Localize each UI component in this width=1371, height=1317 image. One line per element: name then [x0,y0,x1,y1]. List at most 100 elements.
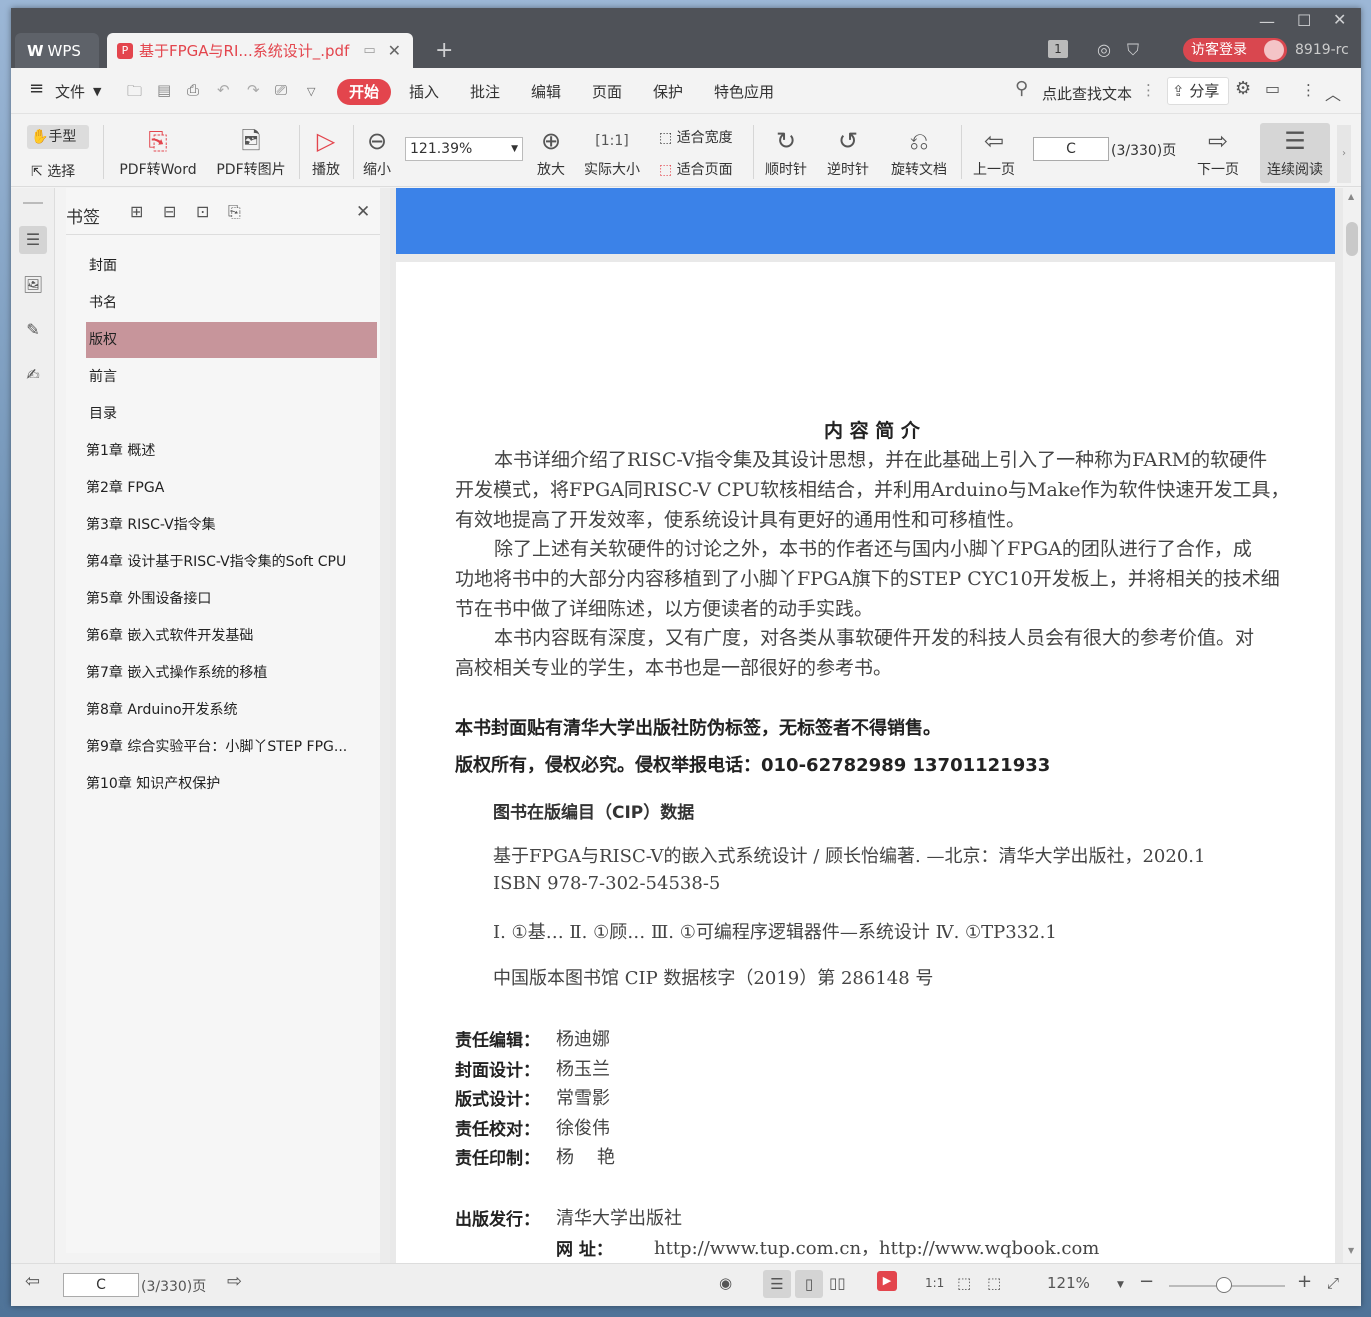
skin-icon[interactable]: ◎ [1097,40,1111,59]
add-sub-bookmark-icon[interactable]: ⊟ [163,202,176,221]
menu-special[interactable]: 特色应用 [714,81,774,102]
zoom-level[interactable]: 121% [1047,1274,1090,1292]
single-page-view-icon[interactable]: ▯ [795,1270,823,1298]
bookmark-item[interactable]: 第7章 嵌入式操作系统的移植 [86,655,377,691]
fit-page-button[interactable]: ⬚ 适合页面 [659,159,733,179]
menu-insert[interactable]: 插入 [409,81,439,102]
rotate-counterclockwise-button[interactable]: ↺ 逆时针 [823,123,873,179]
open-folder-icon[interactable]: 🗀 [127,81,142,106]
close-panel-icon[interactable]: ✕ [356,202,370,222]
play-button[interactable]: ▷ 播放 [305,123,347,179]
prev-page-button[interactable]: ⇦ 上一页 [969,123,1019,179]
new-tab-plus-icon[interactable]: + [435,38,453,63]
page-number-input[interactable]: C [1033,137,1109,161]
settings-gear-icon[interactable]: ⚙ [1235,78,1251,99]
close-window-icon[interactable]: ✕ [1333,10,1346,29]
bookmark-item[interactable]: 版权 [86,322,377,358]
zoom-out-button[interactable]: ⊖ 缩小 [359,123,395,179]
bookmark-item[interactable]: 第1章 概述 [86,433,377,469]
shirt-icon[interactable]: ⛉ [1127,40,1139,60]
hamburger-icon[interactable]: ≡ [29,78,44,99]
play-slideshow-icon[interactable]: ▶ [877,1271,897,1291]
eye-protect-icon[interactable]: ◉ [719,1274,732,1292]
bookmark-item[interactable]: 第6章 嵌入式软件开发基础 [86,618,377,654]
print-icon[interactable]: ⎙ [187,81,199,99]
maximize-icon[interactable]: ☐ [1297,11,1311,30]
more-dropdown-icon[interactable]: ▽ [307,85,315,98]
window-count-badge[interactable]: 1 [1048,40,1068,58]
menu-edit[interactable]: 编辑 [531,81,561,102]
collapse-ribbon-icon[interactable]: ︿ [1325,81,1341,105]
panel-resize-bar[interactable] [380,188,390,1263]
menu-annotate[interactable]: 批注 [470,81,500,102]
bookmark-item[interactable]: 目录 [86,396,377,432]
zoom-select[interactable]: 121.39% ▼ [405,137,523,161]
bookmark-item[interactable]: 封面 [86,248,377,284]
scroll-up-icon[interactable]: ▲ [1348,192,1354,201]
fit-width-button[interactable]: ⬚ 适合宽度 [659,127,733,147]
login-button[interactable]: 访客登录 [1183,38,1287,62]
expand-bookmarks-icon[interactable]: ⊡ [196,202,209,221]
chevron-down-icon[interactable]: ▼ [93,85,101,98]
bookmark-item[interactable]: 第8章 Arduino开发系统 [86,692,377,728]
single-scroll-view-icon[interactable]: ☰ [763,1270,791,1298]
pdf-to-image-button[interactable]: 🖻 PDF转图片 [211,123,291,179]
toolbar-scroll-right-icon[interactable]: › [1337,125,1351,183]
zoom-dropdown-icon[interactable]: ▼ [1117,1280,1124,1290]
status-prev-icon[interactable]: ⇦ [25,1271,40,1292]
continuous-read-button[interactable]: ☰ 连续阅读 [1260,123,1330,183]
thumbnail-panel-icon[interactable]: 🖼 [19,271,47,299]
bookmark-item[interactable]: 第5章 外围设备接口 [86,581,377,617]
redo-icon[interactable]: ↷ [247,81,260,99]
fullscreen-icon[interactable]: ⤢ [1327,1274,1339,1292]
minimize-icon[interactable]: — [1259,12,1275,31]
bookmark-item[interactable]: 第9章 综合实验平台：小脚丫STEP FPG... [86,729,377,765]
tab-wps[interactable]: W WPS [15,33,99,68]
menu-start[interactable]: 开始 [337,79,391,105]
collapse-handle[interactable] [23,202,43,204]
message-icon[interactable]: ▭ [1265,79,1280,98]
rotate-document-button[interactable]: ⎌ 旋转文档 [887,123,951,179]
bookmark-item[interactable]: 第3章 RISC-V指令集 [86,507,377,543]
next-page-button[interactable]: ⇨ 下一页 [1193,123,1243,179]
zoom-out-status-icon[interactable]: − [1139,1271,1154,1292]
bookmark-item[interactable]: 书名 [86,285,377,321]
search-text-field[interactable]: 点此查找文本 [1042,83,1132,104]
export-icon[interactable]: ⎚ [275,81,287,99]
actual-size-button[interactable]: [1:1] 实际大小 [579,123,645,179]
zoom-in-status-icon[interactable]: + [1297,1271,1312,1292]
tab-document[interactable]: P 基于FPGA与RI...系统设计_.pdf ▭ ✕ [107,33,413,68]
scroll-down-icon[interactable]: ▼ [1348,1246,1354,1255]
zoom-in-button[interactable]: ⊕ 放大 [533,123,569,179]
fit-width-status-icon[interactable]: ⬚ [987,1274,1001,1292]
add-bookmark-icon[interactable]: ⊞ [130,202,143,221]
pdf-to-word-button[interactable]: ⎘ PDF转Word [113,123,203,179]
fit-page-status-icon[interactable]: ⬚ [957,1274,971,1292]
bookmark-item[interactable]: 第2章 FPGA [86,470,377,506]
scroll-thumb[interactable] [1346,222,1358,256]
status-page-input[interactable]: C [63,1273,139,1297]
bookmark-item[interactable]: 前言 [86,359,377,395]
tab-pin-icon[interactable]: ▭ [363,43,375,58]
save-icon[interactable]: ▤ [157,81,171,99]
bookmark-options-icon[interactable]: ⎘ [228,202,241,222]
undo-icon[interactable]: ↶ [217,81,230,99]
hand-tool-button[interactable]: ✋手型 [27,125,89,149]
vertical-scrollbar[interactable]: ▲ ▼ [1343,188,1361,1263]
kebab-icon[interactable]: ⋮ [1141,81,1156,99]
zoom-slider-thumb[interactable] [1216,1277,1232,1293]
menu-file[interactable]: 文件 [55,81,85,102]
menu-page[interactable]: 页面 [592,81,622,102]
bookmark-item[interactable]: 第10章 知识产权保护 [86,766,377,802]
status-next-icon[interactable]: ⇨ [227,1271,242,1292]
bookmark-panel-icon[interactable]: ☰ [19,226,47,254]
signature-panel-icon[interactable]: ✍ [19,361,47,389]
share-button[interactable]: ⇪ 分享 [1167,77,1229,105]
bookmark-item[interactable]: 第4章 设计基于RISC-V指令集的Soft CPU [86,544,377,580]
menu-protect[interactable]: 保护 [653,81,683,102]
tab-close-icon[interactable]: ✕ [388,41,401,60]
search-icon[interactable]: ⚲ [1015,78,1028,99]
more-options-icon[interactable]: ⋮ [1301,81,1316,99]
annotation-panel-icon[interactable]: ✎ [19,316,47,344]
actual-size-status-icon[interactable]: 1:1 [925,1276,944,1290]
